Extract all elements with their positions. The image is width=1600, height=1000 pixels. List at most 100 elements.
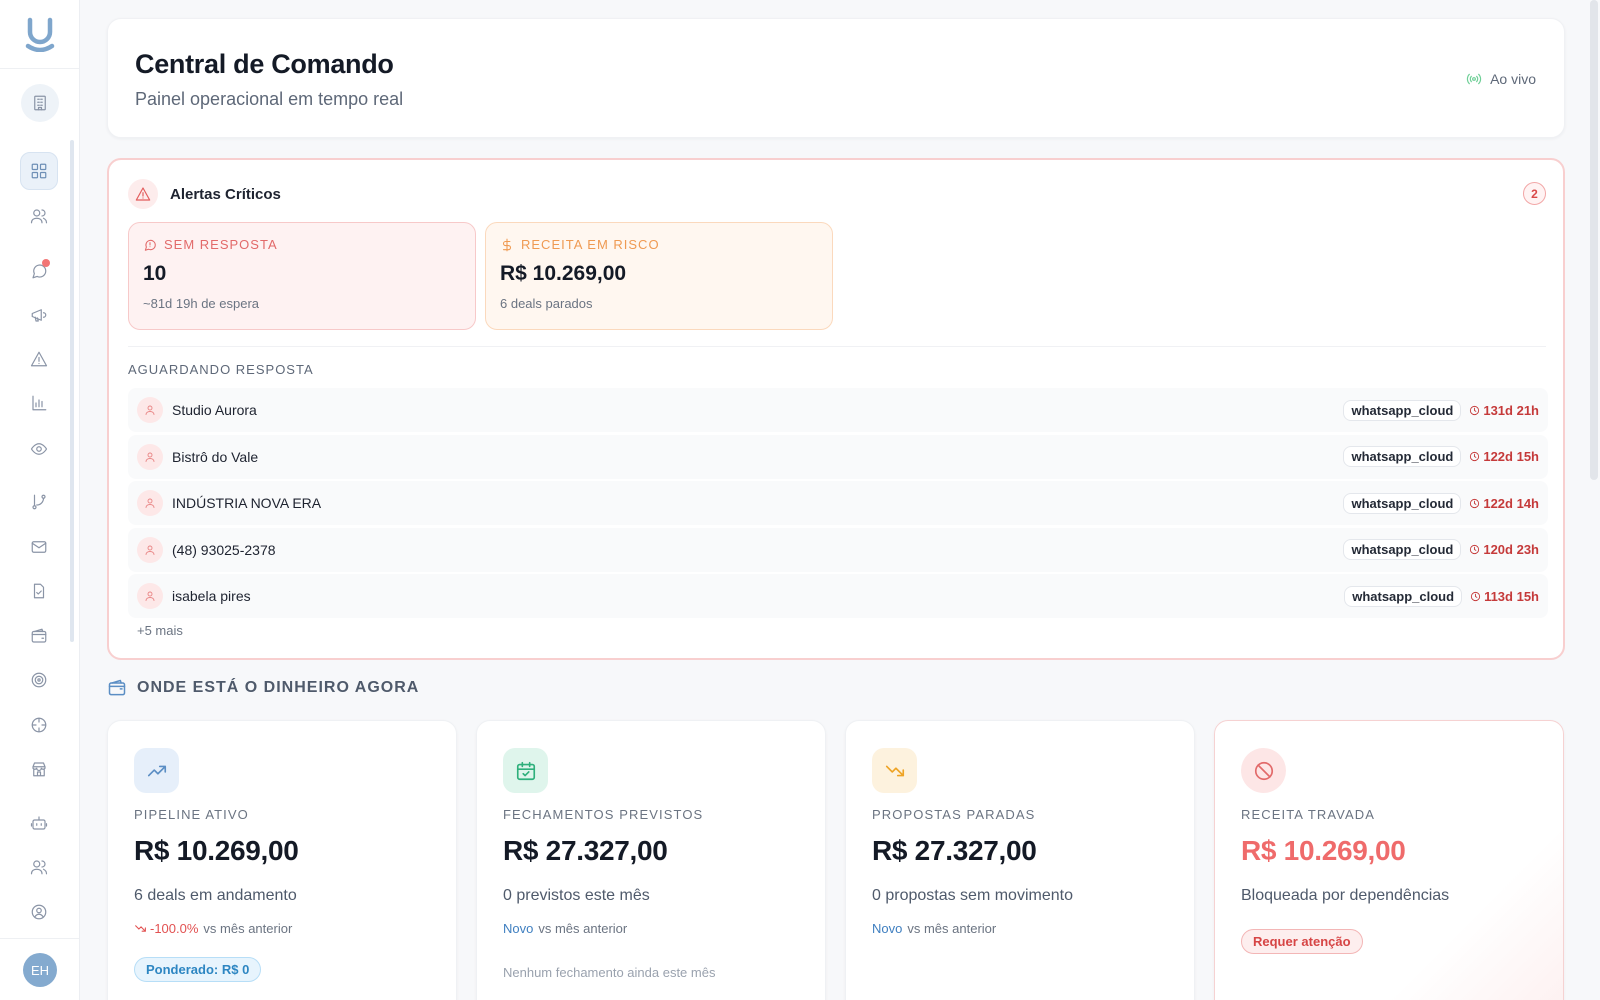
list-item[interactable]: INDÚSTRIA NOVA ERA whatsapp_cloud 122d 1…	[128, 481, 1548, 525]
radio-icon	[1466, 73, 1482, 85]
wait-time: 120d 23h	[1469, 542, 1539, 557]
sidebar-scrollbar[interactable]	[70, 140, 74, 642]
bot-icon[interactable]	[20, 804, 58, 842]
trend-text: vs mês anterior	[203, 921, 293, 936]
metric-trend: Novo vs mês anterior	[503, 921, 627, 936]
metric-sub: 0 previstos este mês	[503, 887, 650, 904]
target-icon[interactable]	[20, 661, 58, 699]
metric-value: R$ 27.327,00	[503, 835, 668, 866]
bar-chart-icon[interactable]	[20, 384, 58, 422]
file-check-icon[interactable]	[20, 572, 58, 610]
page-scrollbar[interactable]	[1590, 0, 1598, 480]
dashboard-icon[interactable]	[20, 152, 58, 190]
divider	[128, 346, 1546, 347]
eye-icon[interactable]	[20, 430, 58, 468]
user-circle-icon[interactable]	[20, 893, 58, 931]
wallet-icon[interactable]	[20, 617, 58, 655]
chat-icon[interactable]	[20, 252, 58, 290]
trend-negative: -100.0%	[134, 921, 198, 936]
list-item[interactable]: (48) 93025-2378 whatsapp_cloud 120d 23h	[128, 527, 1548, 572]
no-response-value: 10	[143, 262, 167, 285]
alert-triangle-icon[interactable]	[20, 340, 58, 378]
wait-time-value: 122d 14h	[1483, 495, 1539, 511]
users-icon[interactable]	[20, 197, 58, 235]
locked-revenue-card[interactable]: RECEITA TRAVADA R$ 10.269,00 Bloqueada p…	[1214, 720, 1564, 1000]
team-icon[interactable]	[20, 848, 58, 886]
metric-label: PIPELINE ATIVO	[134, 807, 249, 822]
revenue-risk-value: R$ 10.269,00	[500, 262, 627, 285]
alerts-title: Alertas Críticos	[170, 185, 281, 203]
mail-icon[interactable]	[20, 528, 58, 566]
metric-label: RECEITA TRAVADA	[1241, 807, 1376, 822]
wait-time: 122d 15h	[1469, 449, 1539, 464]
money-section-header: ONDE ESTÁ O DINHEIRO AGORA	[107, 678, 419, 698]
logo-icon[interactable]	[20, 14, 60, 54]
building-icon[interactable]	[21, 84, 59, 122]
row-meta: whatsapp_cloud 122d 14h	[1343, 481, 1539, 525]
channel-badge: whatsapp_cloud	[1343, 539, 1462, 560]
page-subtitle: Painel operacional em tempo real	[135, 89, 404, 109]
dollar-icon	[502, 238, 512, 251]
row-meta: whatsapp_cloud 122d 15h	[1343, 435, 1539, 479]
trending-up-icon	[134, 748, 179, 793]
wait-time-value: 131d 21h	[1483, 402, 1539, 418]
user-avatar[interactable]: EH	[23, 953, 57, 987]
page-title: Central de Comando	[135, 49, 394, 79]
message-alert-icon	[144, 239, 156, 251]
page-header: Central de Comando Painel operacional em…	[107, 18, 1565, 138]
critical-alerts-panel: Alertas Críticos 2 SEM RESPOSTA 10 ~81d …	[107, 158, 1565, 660]
git-branch-icon[interactable]	[20, 483, 58, 521]
alerts-header: Alertas Críticos	[128, 179, 281, 209]
metric-sub: 0 propostas sem movimento	[872, 887, 1073, 904]
sidebar: EH	[0, 0, 80, 1000]
megaphone-icon[interactable]	[20, 296, 58, 334]
trend-text: vs mês anterior	[538, 921, 628, 936]
wait-time: 122d 14h	[1469, 496, 1539, 511]
user-icon	[137, 583, 163, 609]
wait-time-value: 113d 15h	[1484, 588, 1539, 604]
wait-time-value: 122d 15h	[1483, 449, 1539, 464]
contact-name: isabela pires	[172, 588, 251, 604]
clock-icon	[1470, 405, 1480, 415]
calendar-check-icon	[503, 748, 548, 793]
contact-name: INDÚSTRIA NOVA ERA	[172, 495, 322, 511]
wait-time-value: 120d 23h	[1483, 542, 1539, 557]
store-icon[interactable]	[20, 750, 58, 788]
contact-name: (48) 93025-2378	[172, 541, 276, 558]
user-icon	[137, 536, 163, 563]
list-item[interactable]: Bistrô do Vale whatsapp_cloud 122d 15h	[128, 434, 1548, 479]
user-icon	[137, 490, 163, 516]
list-item[interactable]: Studio Aurora whatsapp_cloud 131d 21h	[128, 388, 1548, 432]
metric-trend: -100.0% vs mês anterior	[134, 921, 292, 936]
forecast-closings-card[interactable]: FECHAMENTOS PREVISTOS R$ 27.327,00 0 pre…	[476, 720, 826, 1000]
no-response-card[interactable]: SEM RESPOSTA 10 ~81d 19h de espera	[128, 222, 476, 330]
trend-value: -100.0%	[150, 921, 199, 936]
user-icon	[137, 443, 163, 470]
list-item[interactable]: isabela pires whatsapp_cloud 113d 15h	[128, 574, 1548, 618]
trending-down-icon	[872, 748, 917, 793]
metric-sub: 6 deals em andamento	[134, 887, 297, 904]
crosshair-icon[interactable]	[20, 706, 58, 744]
waiting-section-label: AGUARDANDO RESPOSTA	[128, 362, 314, 377]
pipeline-active-card[interactable]: PIPELINE ATIVO R$ 10.269,00 6 deals em a…	[107, 720, 457, 1000]
metric-value: R$ 27.327,00	[872, 835, 1037, 866]
metric-label: PROPOSTAS PARADAS	[872, 807, 1036, 822]
contact-name: Bistrô do Vale	[172, 448, 259, 465]
show-more-link[interactable]: +5 mais	[137, 623, 183, 638]
trend-value: Novo	[872, 921, 903, 936]
trend-text: vs mês anterior	[907, 921, 997, 936]
revenue-risk-label-row: RECEITA EM RISCO	[500, 237, 818, 252]
sidebar-divider	[0, 938, 79, 939]
contact-name: Studio Aurora	[172, 402, 257, 418]
revenue-risk-card[interactable]: RECEITA EM RISCO R$ 10.269,00 6 deals pa…	[485, 222, 833, 330]
channel-badge: whatsapp_cloud	[1344, 585, 1463, 607]
clock-icon	[1470, 451, 1480, 462]
metric-sub: Bloqueada por dependências	[1241, 887, 1450, 904]
trend-value: Novo	[503, 921, 534, 936]
channel-badge: whatsapp_cloud	[1343, 446, 1462, 467]
attention-badge: Requer atenção	[1241, 929, 1363, 954]
row-meta: whatsapp_cloud 120d 23h	[1343, 528, 1539, 572]
clock-icon	[1470, 498, 1480, 508]
no-response-label: SEM RESPOSTA	[164, 237, 278, 252]
stalled-proposals-card[interactable]: PROPOSTAS PARADAS R$ 27.327,00 0 propost…	[845, 720, 1195, 1000]
